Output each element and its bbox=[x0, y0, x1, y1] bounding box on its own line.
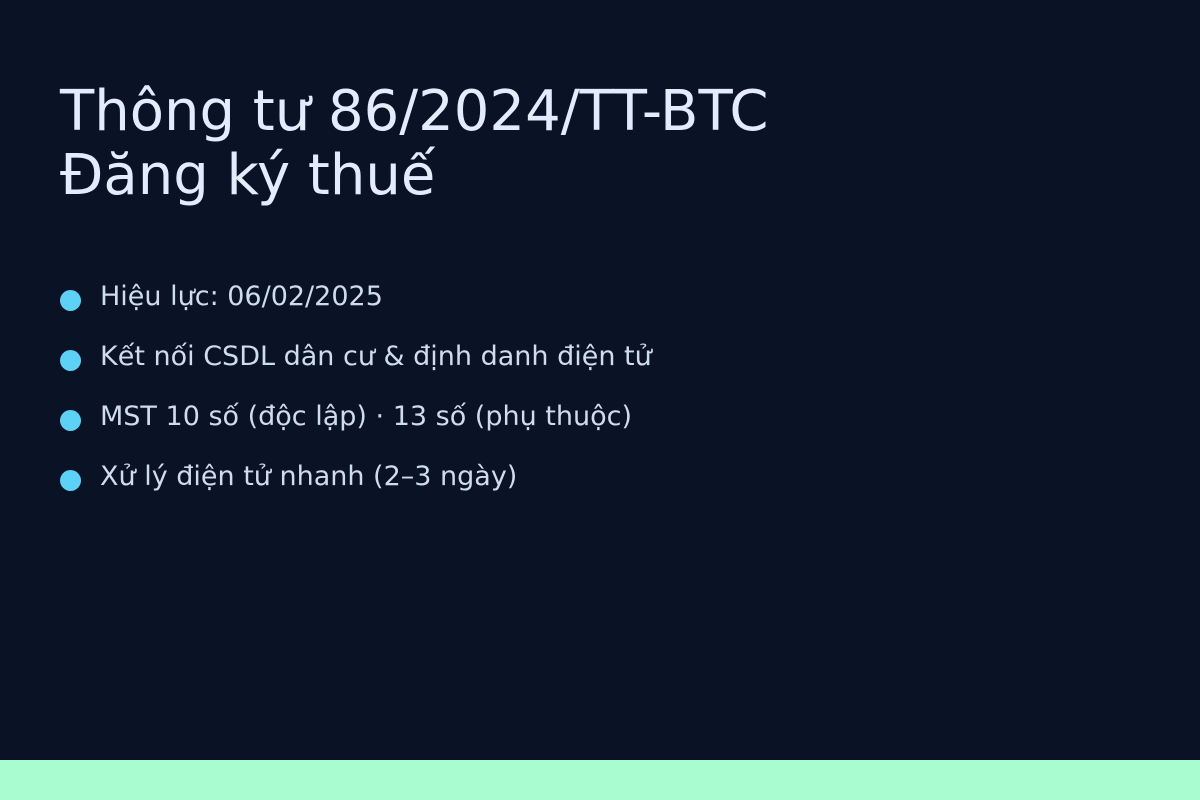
bullet-dot-icon bbox=[60, 470, 81, 491]
footer-accent-bar bbox=[0, 760, 1200, 800]
slide-title-line-2: Đăng ký thuế bbox=[60, 143, 436, 208]
bullet-dot-icon bbox=[60, 350, 81, 371]
bullet-dot-icon bbox=[60, 290, 81, 311]
bullet-text: Hiệu lực: 06/02/2025 bbox=[100, 281, 383, 312]
slide: Thông tư 86/2024/TT-BTC Đăng ký thuế Hiệ… bbox=[0, 0, 1200, 760]
bullet-dot-icon bbox=[60, 410, 81, 431]
slide-title-line-1: Thông tư 86/2024/TT-BTC bbox=[60, 79, 769, 144]
bullet-text: Kết nối CSDL dân cư & định danh điện tử bbox=[100, 341, 652, 372]
bullet-text: Xử lý điện tử nhanh (2–3 ngày) bbox=[100, 461, 518, 492]
bullet-text: MST 10 số (độc lập) · 13 số (phụ thuộc) bbox=[100, 401, 632, 432]
